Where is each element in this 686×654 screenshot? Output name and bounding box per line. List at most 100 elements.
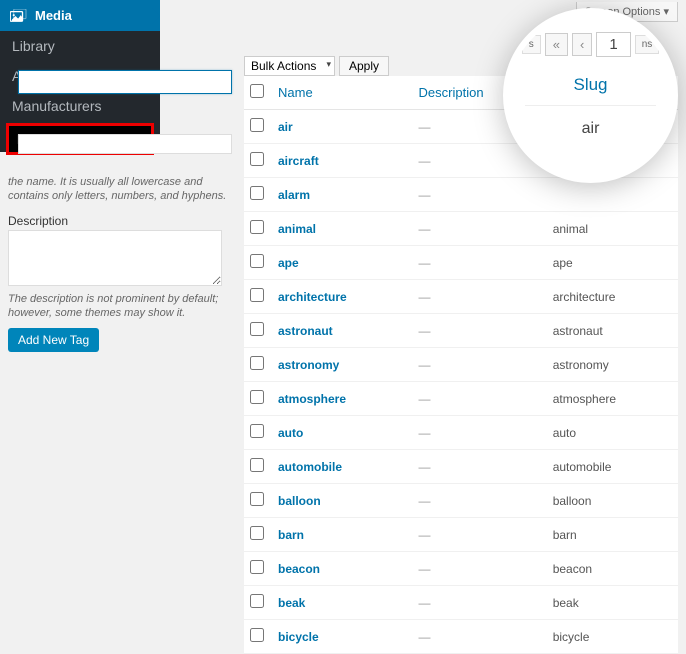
pager-prev-button[interactable]: ‹	[572, 33, 592, 56]
description-textarea[interactable]	[8, 230, 222, 286]
tag-slug-cell: beak	[547, 586, 678, 620]
table-row: auto—auto	[244, 416, 678, 450]
pager-fragment: ns	[635, 35, 660, 54]
tag-name-link[interactable]: balloon	[278, 494, 321, 508]
table-row: astronomy—astronomy	[244, 348, 678, 382]
media-icon	[10, 9, 28, 23]
add-new-tag-button[interactable]: Add New Tag	[8, 328, 99, 352]
row-checkbox[interactable]	[250, 288, 264, 302]
tag-description-cell: —	[413, 518, 547, 552]
row-checkbox[interactable]	[250, 560, 264, 574]
tag-slug-cell: animal	[547, 212, 678, 246]
tag-name-link[interactable]: beacon	[278, 562, 320, 576]
tag-name-link[interactable]: animal	[278, 222, 316, 236]
tag-slug-cell: automobile	[547, 450, 678, 484]
tag-slug-cell: balloon	[547, 484, 678, 518]
row-checkbox[interactable]	[250, 322, 264, 336]
tag-name-link[interactable]: alarm	[278, 188, 310, 202]
table-row: bicycle—bicycle	[244, 620, 678, 654]
tag-description-cell: —	[413, 314, 547, 348]
tag-name-link[interactable]: air	[278, 120, 293, 134]
row-checkbox[interactable]	[250, 492, 264, 506]
tag-name-link[interactable]: aircraft	[278, 154, 319, 168]
table-row: balloon—balloon	[244, 484, 678, 518]
row-checkbox[interactable]	[250, 186, 264, 200]
table-row: barn—barn	[244, 518, 678, 552]
bulk-actions-select[interactable]: Bulk Actions	[244, 56, 335, 76]
tag-slug-cell: beacon	[547, 552, 678, 586]
tag-name-link[interactable]: beak	[278, 596, 305, 610]
tag-description-cell: —	[413, 484, 547, 518]
tag-name-link[interactable]: auto	[278, 426, 303, 440]
row-checkbox[interactable]	[250, 152, 264, 166]
magnifier-callout: s « ‹ 1 ns Slug air	[503, 8, 678, 183]
description-label: Description	[8, 214, 233, 228]
table-row: alarm —	[244, 178, 678, 212]
main-content: Screen Options ▾ Bulk Actions Apply Name…	[244, 0, 686, 627]
tag-description-cell: —	[413, 450, 547, 484]
row-checkbox[interactable]	[250, 390, 264, 404]
tag-name-link[interactable]: astronaut	[278, 324, 333, 338]
tag-slug-input[interactable]	[18, 134, 232, 154]
sidebar-section-media[interactable]: Media	[0, 0, 160, 31]
tag-description-cell: —	[413, 212, 547, 246]
add-tag-form: the name. It is usually all lowercase an…	[8, 70, 233, 352]
magnified-column-header: Slug	[525, 75, 656, 106]
table-row: architecture—architecture	[244, 280, 678, 314]
row-checkbox[interactable]	[250, 424, 264, 438]
pager-first-button[interactable]: «	[545, 33, 568, 56]
tag-description-cell: —	[413, 620, 547, 654]
row-checkbox[interactable]	[250, 118, 264, 132]
tag-name-link[interactable]: bicycle	[278, 630, 319, 644]
tag-name-link[interactable]: automobile	[278, 460, 342, 474]
tag-description-cell: —	[413, 586, 547, 620]
table-row: animal—animal	[244, 212, 678, 246]
tag-slug-cell: architecture	[547, 280, 678, 314]
tag-description-cell: —	[413, 416, 547, 450]
table-row: atmosphere—atmosphere	[244, 382, 678, 416]
tag-name-link[interactable]: architecture	[278, 290, 347, 304]
apply-button[interactable]: Apply	[339, 56, 389, 76]
tag-name-link[interactable]: ape	[278, 256, 299, 270]
tag-slug-cell: barn	[547, 518, 678, 552]
table-row: ape—ape	[244, 246, 678, 280]
description-help-text: The description is not prominent by defa…	[8, 292, 233, 321]
tag-slug-cell: bicycle	[547, 620, 678, 654]
tag-name-link[interactable]: barn	[278, 528, 304, 542]
tag-description-cell: —	[413, 382, 547, 416]
tag-slug-cell: ape	[547, 246, 678, 280]
tag-description-cell: —	[413, 280, 547, 314]
row-checkbox[interactable]	[250, 458, 264, 472]
column-header-name[interactable]: Name	[272, 76, 413, 110]
sidebar-item-library[interactable]: Library	[0, 31, 160, 61]
tag-description-cell: —	[413, 552, 547, 586]
row-checkbox[interactable]	[250, 356, 264, 370]
row-checkbox[interactable]	[250, 220, 264, 234]
sidebar-section-title: Media	[35, 8, 72, 23]
pager-page-input[interactable]: 1	[596, 32, 630, 57]
bulk-actions-row: Bulk Actions Apply	[244, 56, 389, 76]
tag-slug-cell: auto	[547, 416, 678, 450]
row-checkbox[interactable]	[250, 594, 264, 608]
table-row: astronaut—astronaut	[244, 314, 678, 348]
tag-slug-cell: astronomy	[547, 348, 678, 382]
tag-description-cell: —	[413, 178, 547, 212]
magnified-cell-value: air	[525, 106, 656, 138]
tag-slug-cell	[547, 178, 678, 212]
row-checkbox[interactable]	[250, 628, 264, 642]
table-row: automobile—automobile	[244, 450, 678, 484]
tag-slug-cell: atmosphere	[547, 382, 678, 416]
select-all-checkbox[interactable]	[250, 84, 264, 98]
tag-name-input[interactable]	[18, 70, 232, 94]
tag-description-cell: —	[413, 246, 547, 280]
row-checkbox[interactable]	[250, 254, 264, 268]
table-row: beak—beak	[244, 586, 678, 620]
table-row: beacon—beacon	[244, 552, 678, 586]
tag-slug-cell: astronaut	[547, 314, 678, 348]
pager-fragment: s	[522, 35, 541, 54]
pagination: s « ‹ 1 ns	[525, 32, 656, 57]
tag-name-link[interactable]: astronomy	[278, 358, 339, 372]
row-checkbox[interactable]	[250, 526, 264, 540]
tag-name-link[interactable]: atmosphere	[278, 392, 346, 406]
tag-description-cell: —	[413, 348, 547, 382]
